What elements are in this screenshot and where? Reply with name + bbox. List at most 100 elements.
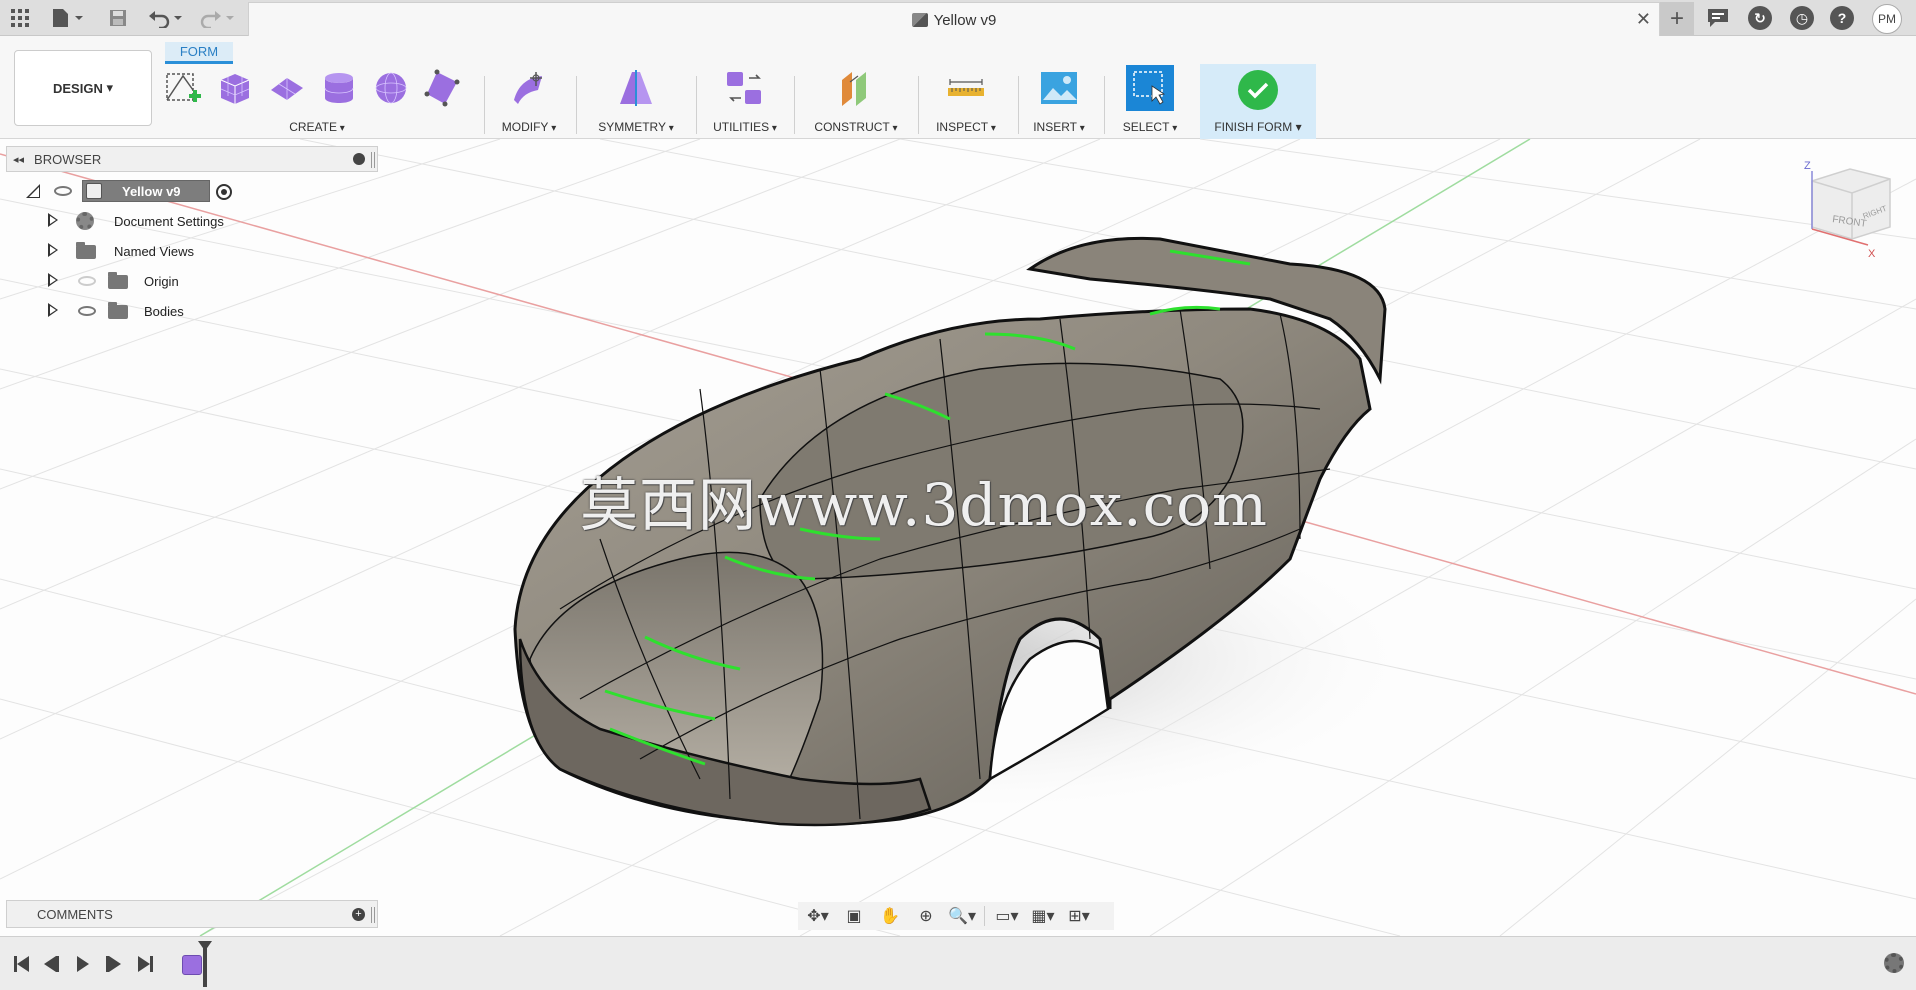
inspect-group: INSPECT xyxy=(928,66,1004,138)
timeline-marker-top[interactable] xyxy=(198,941,212,951)
cylinder-icon[interactable] xyxy=(318,67,360,109)
comments-title: COMMENTS xyxy=(37,906,113,922)
convert-icon[interactable] xyxy=(724,67,766,109)
step-back-icon[interactable] xyxy=(40,954,62,974)
job-status-icon[interactable]: ◷ xyxy=(1790,6,1814,30)
app-grid-icon[interactable] xyxy=(8,6,32,30)
expand-triangle-icon[interactable] xyxy=(48,273,62,289)
display-settings-icon[interactable]: ▭▾ xyxy=(993,904,1021,928)
box-icon[interactable] xyxy=(214,67,256,109)
hidden-eye-icon[interactable] xyxy=(78,276,96,286)
component-cube-icon xyxy=(911,13,928,27)
finish-form-check-icon[interactable] xyxy=(1238,70,1278,110)
tree-item-label: Named Views xyxy=(114,244,194,259)
plane-icon[interactable] xyxy=(266,67,308,109)
select-menu[interactable]: SELECT xyxy=(1112,120,1188,134)
measure-icon[interactable] xyxy=(945,67,987,109)
tree-root-label: Yellow v9 xyxy=(122,184,181,199)
mirror-symmetry-icon[interactable] xyxy=(615,67,657,109)
add-comment-icon[interactable]: + xyxy=(352,908,365,921)
expand-triangle-icon[interactable] xyxy=(48,243,62,259)
minimize-panel-icon[interactable] xyxy=(353,153,365,165)
browser-title: BROWSER xyxy=(34,151,102,167)
window-select-icon[interactable] xyxy=(1126,65,1174,111)
fit-zoom-window-icon[interactable]: 🔍▾ xyxy=(948,904,976,928)
gear-icon xyxy=(76,212,94,230)
sphere-icon[interactable] xyxy=(370,67,412,109)
tree-item-bodies[interactable]: Bodies xyxy=(6,296,378,326)
play-icon[interactable] xyxy=(72,954,94,974)
step-forward-icon[interactable] xyxy=(102,954,124,974)
close-tab-icon[interactable]: ✕ xyxy=(1636,9,1651,30)
expanded-triangle-icon[interactable] xyxy=(26,184,40,198)
edit-form-icon[interactable] xyxy=(508,67,550,109)
insert-menu[interactable]: INSERT xyxy=(1026,120,1092,134)
tree-item-origin[interactable]: Origin xyxy=(6,266,378,296)
tree-item-named-views[interactable]: Named Views xyxy=(6,236,378,266)
zoom-icon[interactable]: ⊕ xyxy=(912,904,940,928)
toolbar-separator xyxy=(794,76,795,134)
file-menu-icon[interactable] xyxy=(48,6,88,30)
visibility-eye-icon[interactable] xyxy=(54,186,72,196)
insert-image-icon[interactable] xyxy=(1038,67,1080,109)
viewports-icon[interactable]: ⊞▾ xyxy=(1065,904,1093,928)
look-at-icon[interactable]: ▣ xyxy=(840,904,868,928)
symmetry-group: SYMMETRY xyxy=(586,66,686,138)
face-icon[interactable] xyxy=(422,67,464,109)
timeline-marker-handle[interactable] xyxy=(203,945,207,987)
component-icon xyxy=(86,183,102,199)
go-to-start-icon[interactable] xyxy=(10,954,32,974)
user-avatar[interactable]: PM xyxy=(1872,4,1902,34)
save-icon[interactable] xyxy=(106,6,130,30)
expand-triangle-icon[interactable] xyxy=(48,303,62,319)
inspect-menu[interactable]: INSPECT xyxy=(928,120,1004,134)
pan-hand-icon[interactable]: ✋ xyxy=(876,904,904,928)
notifications-icon[interactable] xyxy=(1706,6,1730,30)
view-cube[interactable]: FRONT RIGHT Z X xyxy=(1804,160,1891,260)
redo-icon[interactable] xyxy=(198,6,238,30)
expand-triangle-icon[interactable] xyxy=(48,213,62,229)
utilities-menu[interactable]: UTILITIES xyxy=(706,120,784,134)
tree-item-label: Document Settings xyxy=(114,214,224,229)
tab-form[interactable]: FORM xyxy=(165,42,233,64)
help-icon[interactable]: ? xyxy=(1830,6,1854,30)
tree-root-row[interactable]: Yellow v9 xyxy=(6,176,378,206)
folder-icon xyxy=(108,272,128,289)
toolbar-separator xyxy=(484,76,485,134)
grid-snap-icon[interactable]: ▦▾ xyxy=(1029,904,1057,928)
symmetry-menu[interactable]: SYMMETRY xyxy=(586,120,686,134)
construct-group: CONSTRUCT xyxy=(804,66,908,138)
tree-item-label: Origin xyxy=(144,274,179,289)
navigation-bar: ✥▾ ▣ ✋ ⊕ 🔍▾ ▭▾ ▦▾ ⊞▾ xyxy=(798,902,1114,930)
undo-icon[interactable] xyxy=(146,6,186,30)
title-bar: Yellow v9 ✕ + ↻ ◷ ? PM xyxy=(0,0,1916,36)
workspace-switcher-button[interactable]: DESIGN ▾ xyxy=(14,50,152,126)
finish-form-menu[interactable]: FINISH FORM ▾ xyxy=(1200,120,1316,134)
document-tab[interactable]: Yellow v9 ✕ xyxy=(248,2,1660,36)
viewcube-x-label: X xyxy=(1868,248,1876,260)
collapse-panel-icon[interactable]: ◂◂ xyxy=(13,153,24,166)
construct-menu[interactable]: CONSTRUCT xyxy=(804,120,908,134)
offset-plane-icon[interactable] xyxy=(835,67,877,109)
finish-form-group[interactable]: FINISH FORM ▾ xyxy=(1200,64,1316,140)
panel-grip-icon[interactable] xyxy=(371,907,375,923)
new-tab-plus-icon[interactable]: + xyxy=(1660,2,1694,36)
tree-item-document-settings[interactable]: Document Settings xyxy=(6,206,378,236)
comments-panel[interactable]: COMMENTS + xyxy=(6,900,378,928)
toolbar-separator xyxy=(696,76,697,134)
timeline-settings-gear-icon[interactable] xyxy=(1884,953,1904,973)
ribbon-toolbar: DESIGN ▾ FORM CREATE ▾ MODIFY ▾ SYMMETRY… xyxy=(0,36,1916,140)
orbit-icon[interactable]: ✥▾ xyxy=(804,904,832,928)
viewcube-z-label: Z xyxy=(1804,160,1811,172)
form-feature-icon[interactable] xyxy=(182,955,202,975)
go-to-end-icon[interactable] xyxy=(134,954,156,974)
create-sketch-icon[interactable] xyxy=(162,67,204,109)
tree-item-label: Bodies xyxy=(144,304,184,319)
activate-radio-icon[interactable] xyxy=(216,184,232,200)
visibility-eye-icon[interactable] xyxy=(78,306,96,316)
browser-header[interactable]: ◂◂ BROWSER xyxy=(6,146,378,172)
create-menu[interactable]: CREATE xyxy=(162,120,472,134)
panel-grip-icon[interactable] xyxy=(371,152,375,168)
data-panel-icon[interactable]: ↻ xyxy=(1748,6,1772,30)
modify-menu[interactable]: MODIFY xyxy=(494,120,564,134)
